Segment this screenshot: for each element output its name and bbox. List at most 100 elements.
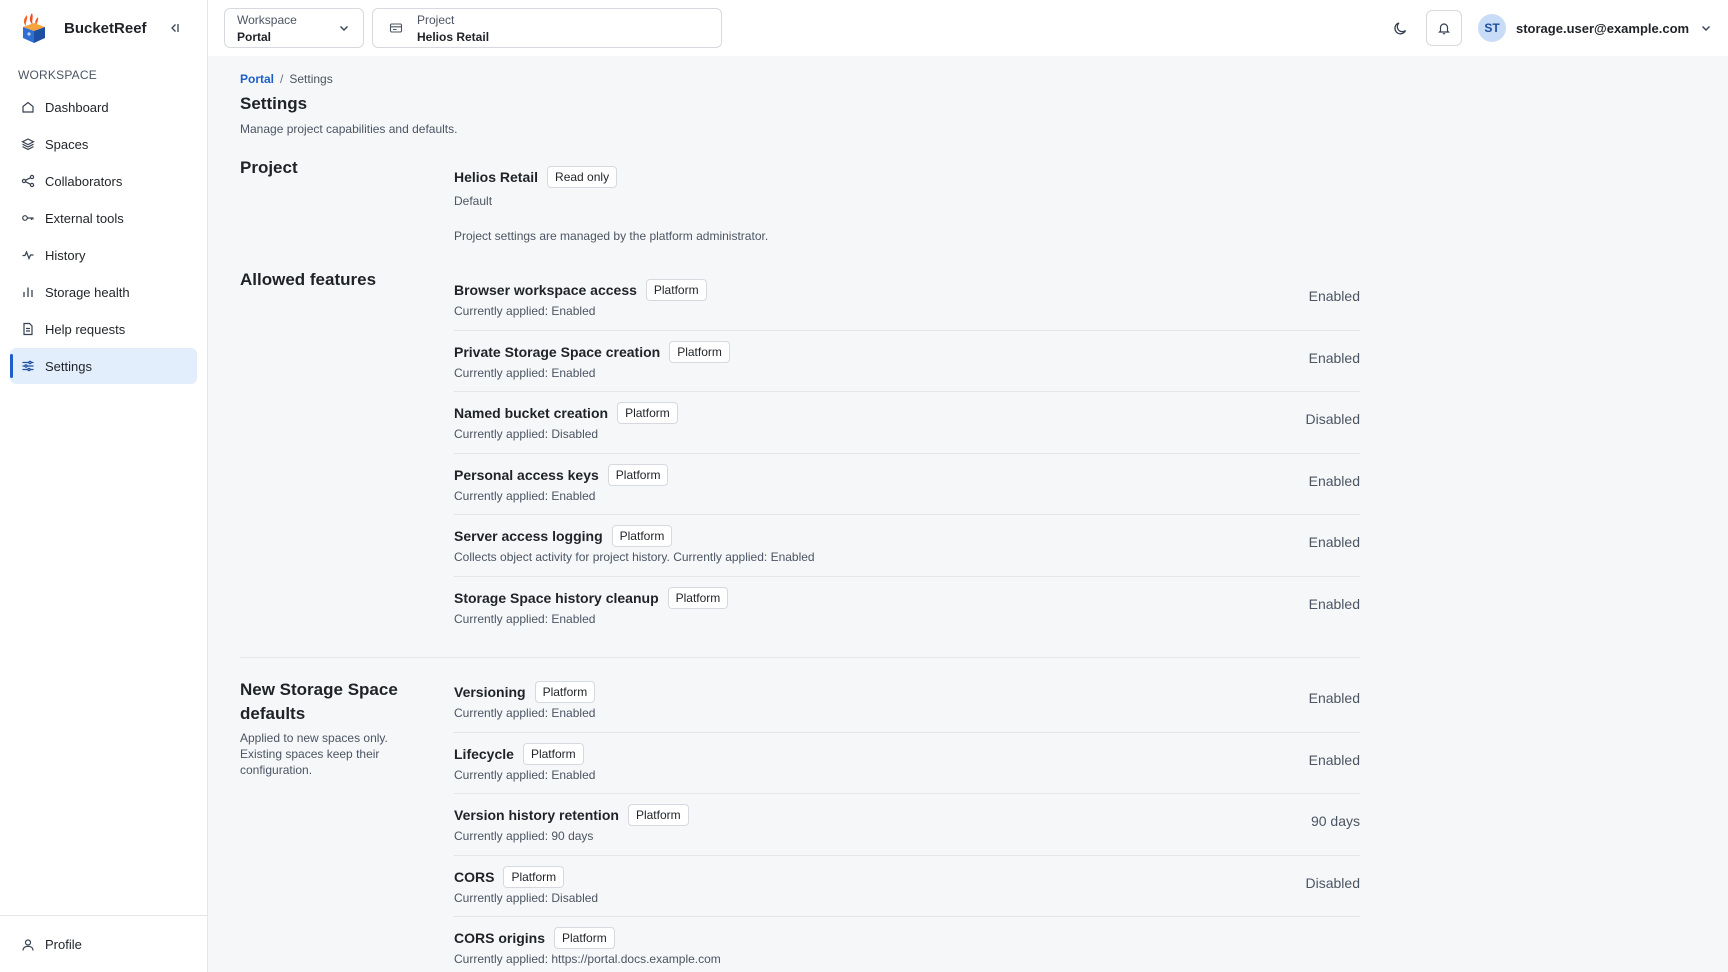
chevron-down-icon (340, 26, 348, 31)
setting-current-value: Currently applied: https://portal.docs.e… (454, 952, 721, 966)
setting-row: Server access logging Platform Collects o… (454, 515, 1360, 577)
new-space-defaults-description: Applied to new spaces only. Existing spa… (240, 731, 388, 777)
platform-badge: Platform (522, 742, 584, 765)
sidebar-item-storage-health[interactable]: Storage health (10, 274, 197, 310)
setting-value: Enabled (1308, 349, 1360, 366)
sidebar-item-label: Profile (45, 937, 82, 952)
workspace-selector-label: Workspace (237, 13, 297, 27)
setting-value: Enabled (1308, 690, 1360, 706)
page-title: Settings (240, 94, 308, 113)
allowed-features-list: Browser workspace access Platform Current… (454, 269, 1360, 638)
breadcrumb-separator: / (280, 72, 284, 86)
read-only-badge: Read only (547, 166, 618, 188)
setting-row: Private Storage Space creation Platform C… (454, 331, 1360, 392)
setting-value: Enabled (1308, 288, 1360, 304)
sliders-icon (21, 359, 35, 373)
setting-current-value: Collects object activity for project his… (454, 550, 815, 564)
user-email: storage.user@example.com (1516, 20, 1690, 36)
platform-badge: Platform (617, 402, 678, 424)
setting-row: Version history retention Platform Curren… (454, 794, 1360, 856)
setting-current-value: Currently applied: Enabled (454, 488, 596, 503)
platform-badge: Platform (554, 927, 615, 949)
project-selector-value: Helios Retail (417, 30, 490, 44)
project-selector-label: Project (417, 13, 455, 27)
sidebar-item-history[interactable]: History (10, 237, 197, 273)
breadcrumb-link-portal[interactable]: Portal (240, 72, 274, 86)
collapse-sidebar-button[interactable] (164, 18, 184, 38)
platform-badge: Platform (534, 681, 596, 703)
sidebar-item-settings[interactable]: Settings (10, 348, 197, 384)
project-name: Helios Retail (454, 169, 539, 185)
sidebar-item-label: Collaborators (45, 173, 123, 189)
workspace-selector[interactable]: Workspace Portal (224, 8, 364, 48)
avatar: ST (1478, 14, 1506, 42)
brand-name: BucketReef (64, 19, 147, 37)
sidebar-item-external-tools[interactable]: External tools (10, 200, 197, 236)
sidebar-nav: Dashboard Spaces Collaborators External … (10, 89, 197, 385)
project-selector[interactable]: Project Helios Retail (372, 8, 722, 48)
setting-name: Personal access keys (454, 466, 599, 483)
sidebar-item-label: Help requests (45, 321, 126, 337)
setting-row: Named bucket creation Platform Currently … (454, 392, 1360, 454)
setting-value: Enabled (1308, 751, 1360, 768)
theme-toggle-button[interactable] (1388, 16, 1412, 40)
breadcrumb-current: Settings (289, 72, 333, 86)
setting-row: Personal access keys Platform Currently a… (454, 454, 1360, 515)
moon-icon (1393, 21, 1406, 34)
topbar: Workspace Portal Project Helios Retail S… (208, 0, 1728, 56)
key-icon (21, 211, 35, 225)
breadcrumb: Portal / Settings (240, 72, 333, 86)
platform-badge: Platform (645, 279, 707, 301)
sidebar-item-label: External tools (45, 210, 124, 226)
notifications-button[interactable] (1426, 10, 1462, 46)
project-default-label: Default (454, 194, 493, 208)
sidebar-item-label: Settings (45, 358, 92, 374)
setting-name: Browser workspace access (454, 282, 637, 298)
setting-name: CORS (454, 868, 495, 885)
sidebar-item-dashboard[interactable]: Dashboard (10, 89, 197, 125)
sidebar-footer: Profile (0, 915, 207, 972)
section-divider (240, 657, 1360, 658)
project-info: Helios Retail Read only Default Project … (454, 166, 768, 243)
platform-badge: Platform (667, 586, 729, 609)
sidebar-item-label: History (45, 247, 86, 263)
sidebar-item-help-requests[interactable]: Help requests (10, 311, 197, 347)
setting-name: Server access logging (454, 528, 603, 544)
bucketreef-logo-icon (23, 13, 45, 43)
sidebar-item-spaces[interactable]: Spaces (10, 126, 197, 162)
setting-name: Lifecycle (454, 745, 514, 762)
new-space-defaults-title-line1: New Storage Space (240, 680, 398, 699)
collapse-icon (171, 24, 179, 32)
setting-name: Private Storage Space creation (454, 343, 661, 360)
setting-value: Enabled (1308, 595, 1360, 612)
setting-row: CORS Platform Currently applied: Disabled… (454, 856, 1360, 917)
setting-value: Disabled (1305, 411, 1360, 427)
sidebar-item-collaborators[interactable]: Collaborators (10, 163, 197, 199)
user-icon (21, 938, 35, 952)
platform-badge: Platform (607, 463, 669, 486)
page-subtitle: Manage project capabilities and defaults… (240, 122, 458, 136)
new-space-defaults-list: Versioning Platform Currently applied: En… (454, 671, 1360, 972)
setting-row: Storage Space history cleanup Platform Cu… (454, 577, 1360, 639)
setting-current-value: Currently applied: Enabled (454, 611, 596, 626)
setting-current-value: Currently applied: Disabled (454, 427, 599, 441)
workspace-selector-value: Portal (237, 30, 272, 44)
setting-current-value: Currently applied: 90 days (454, 829, 594, 843)
sidebar-item-profile[interactable]: Profile (21, 937, 82, 952)
share-icon (21, 174, 35, 188)
layers-icon (21, 137, 35, 151)
project-section-title: Project (240, 158, 298, 177)
setting-current-value: Currently applied: Enabled (454, 304, 596, 318)
platform-badge: Platform (611, 525, 673, 547)
sidebar-item-label: Storage health (45, 284, 130, 300)
setting-row: CORS origins Platform Currently applied: … (454, 917, 1360, 972)
chevron-down-icon (1699, 21, 1713, 35)
file-icon (21, 322, 35, 336)
sidebar-section-label: WORKSPACE (18, 68, 97, 82)
activity-icon (21, 248, 35, 262)
platform-badge: Platform (503, 865, 565, 888)
setting-current-value: Currently applied: Enabled (454, 767, 596, 782)
setting-current-value: Currently applied: Enabled (454, 365, 596, 380)
setting-name: Named bucket creation (454, 405, 609, 421)
user-menu[interactable]: ST storage.user@example.com (1478, 14, 1713, 42)
